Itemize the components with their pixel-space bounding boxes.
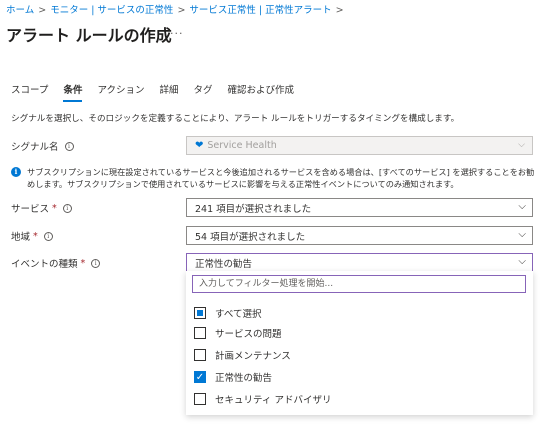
chevron-right-icon: > [335, 5, 344, 16]
breadcrumb-home[interactable]: ホーム [6, 5, 34, 16]
tab-bar: スコープ 条件 アクション 詳細 タグ 確認および作成 [11, 82, 309, 102]
chevron-down-icon: ⌵ [518, 229, 526, 240]
info-icon[interactable]: i [43, 231, 53, 241]
option-planned-maintenance[interactable]: 計画メンテナンス [194, 348, 291, 362]
tab-review-create[interactable]: 確認および作成 [228, 82, 295, 102]
event-type-dropdown-value: 正常性の勧告 [195, 258, 253, 270]
signal-name-label-text: シグナル名 [11, 142, 59, 153]
event-type-label-text: イベントの種類 [11, 259, 78, 270]
service-health-heart-icon: ❤ [195, 140, 204, 151]
option-service-issue[interactable]: サービスの問題 [194, 326, 282, 340]
region-label-text: 地域 [11, 232, 31, 243]
option-select-all[interactable]: すべて選択 [194, 306, 261, 320]
breadcrumb-service-health[interactable]: サービス正常性 | 正常性アラート [189, 5, 331, 16]
breadcrumb: ホーム > モニター | サービスの正常性 > サービス正常性 | 正常性アラート > [6, 2, 348, 16]
filter-input[interactable] [192, 275, 526, 293]
signal-name-label: シグナル名 i [11, 139, 74, 153]
region-label: 地域 * i [11, 229, 53, 243]
tab-scope[interactable]: スコープ [11, 82, 48, 102]
tab-tags[interactable]: タグ [194, 82, 213, 102]
checkbox-icon[interactable] [194, 349, 206, 361]
option-health-advisory[interactable]: ✓ 正常性の勧告 [194, 370, 272, 384]
service-label: サービス * i [11, 201, 72, 215]
checkbox-icon[interactable] [194, 327, 206, 339]
info-icon[interactable]: i [91, 258, 101, 268]
checkbox-checked-icon[interactable]: ✓ [194, 371, 206, 383]
option-label: 正常性の勧告 [215, 373, 273, 384]
breadcrumb-monitor[interactable]: モニター | サービスの正常性 [50, 5, 173, 16]
service-label-text: サービス [11, 204, 50, 215]
required-marker: * [33, 230, 38, 242]
signal-name-field: ❤ Service Health ⌵ [186, 136, 533, 155]
tab-condition[interactable]: 条件 [63, 82, 83, 102]
option-label: セキュリティ アドバイザリ [215, 395, 332, 406]
more-options-icon[interactable]: ··· [170, 27, 184, 40]
required-marker: * [52, 202, 57, 214]
option-label: 計画メンテナンス [215, 351, 291, 362]
chevron-down-icon: ⌵ [518, 201, 526, 212]
signal-name-value: Service Health [207, 140, 277, 151]
event-type-label: イベントの種類 * i [11, 256, 101, 270]
chevron-down-icon: ⌵ [518, 140, 525, 150]
info-filled-icon: i [11, 167, 21, 177]
info-icon[interactable]: i [64, 141, 74, 151]
option-security-advisory[interactable]: セキュリティ アドバイザリ [194, 392, 331, 406]
info-message-text: サブスクリプションに現在設定されているサービスと今後追加されるサービスを含める場… [27, 167, 535, 189]
info-message: i サブスクリプションに現在設定されているサービスと今後追加されるサービスを含め… [11, 166, 536, 190]
chevron-down-icon: ⌵ [518, 256, 526, 267]
service-dropdown-value: 241 項目が選択されました [195, 203, 312, 215]
section-description: シグナルを選択し、そのロジックを定義することにより、アラート ルールをトリガーす… [11, 114, 460, 124]
event-type-dropdown[interactable]: 正常性の勧告 ⌵ [186, 253, 533, 272]
info-icon[interactable]: i [62, 203, 72, 213]
chevron-right-icon: > [38, 5, 47, 16]
event-type-options-panel: すべて選択 サービスの問題 計画メンテナンス ✓ 正常性の勧告 セキュリティ ア… [186, 271, 533, 415]
option-label: すべて選択 [215, 309, 262, 320]
region-dropdown-value: 54 項目が選択されました [195, 231, 306, 243]
required-marker: * [80, 257, 86, 269]
tab-details[interactable]: 詳細 [159, 82, 178, 102]
tab-actions[interactable]: アクション [97, 82, 144, 102]
checkbox-partial-icon[interactable] [194, 307, 206, 319]
option-label: サービスの問題 [215, 329, 282, 340]
page-title: アラート ルールの作成 [6, 26, 172, 45]
service-dropdown[interactable]: 241 項目が選択されました ⌵ [186, 198, 533, 217]
chevron-right-icon: > [177, 5, 186, 16]
checkbox-icon[interactable] [194, 393, 206, 405]
region-dropdown[interactable]: 54 項目が選択されました ⌵ [186, 226, 533, 245]
